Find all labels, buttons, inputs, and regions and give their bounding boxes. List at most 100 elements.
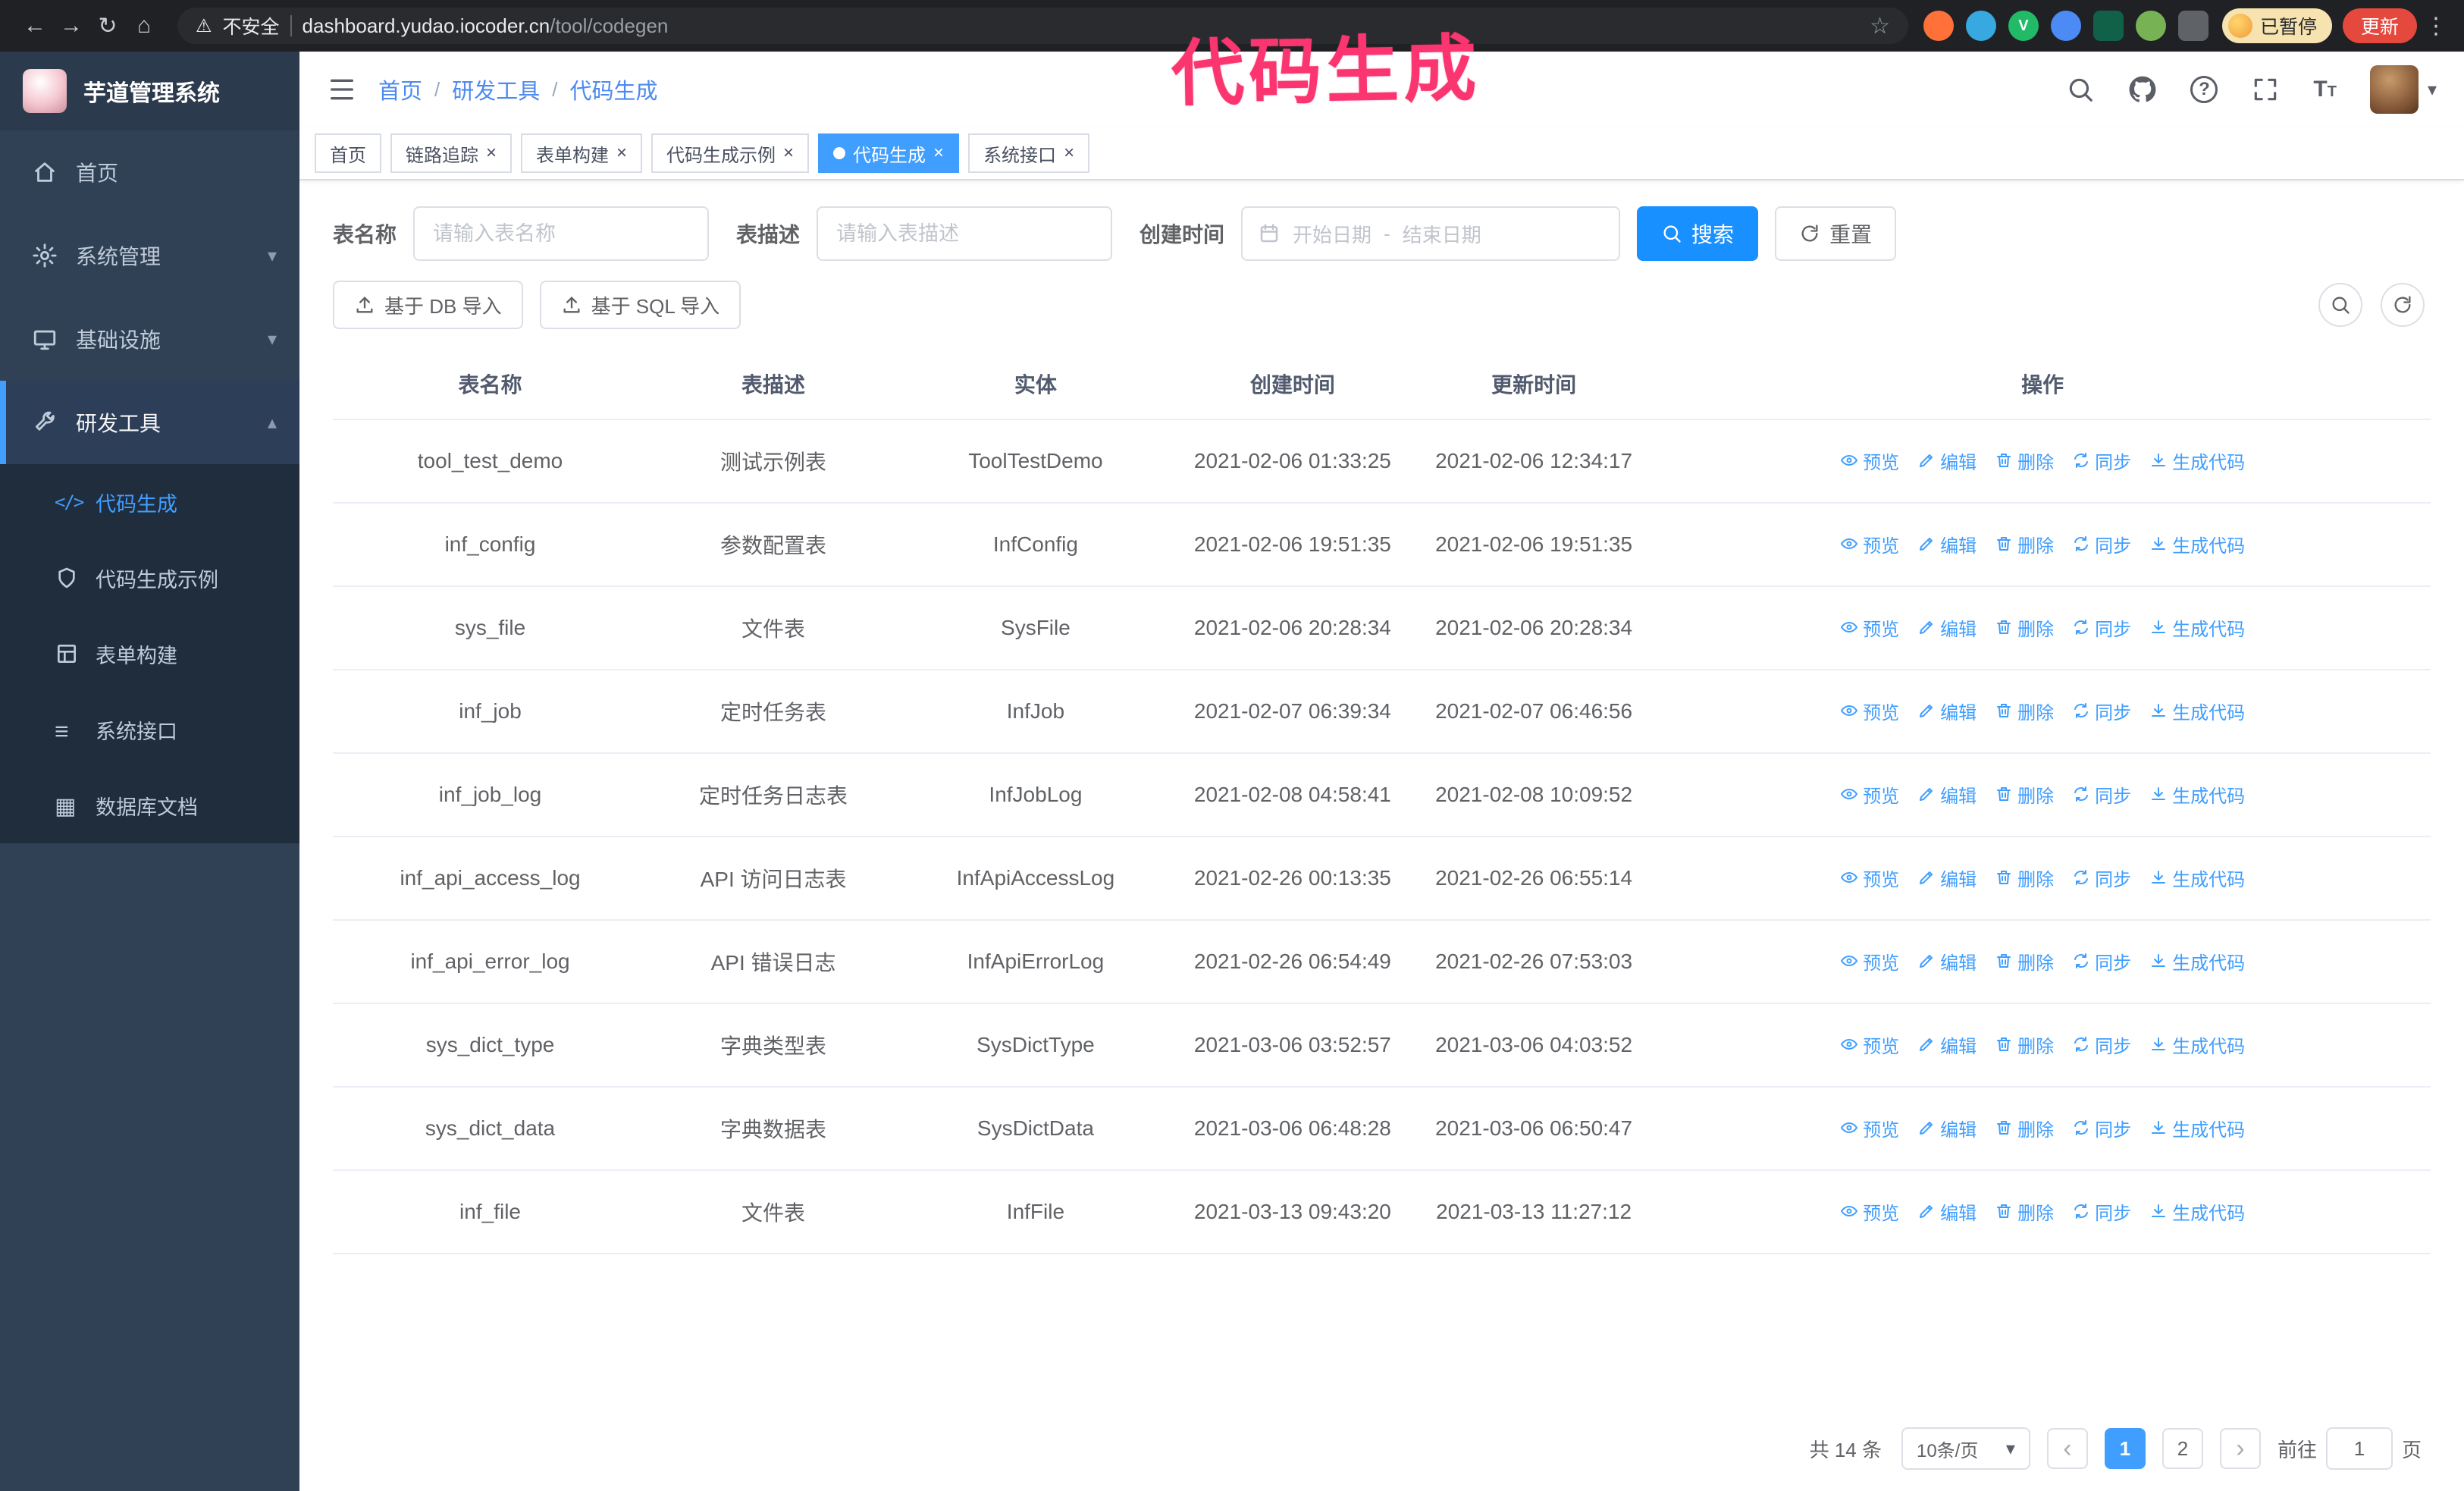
delete-link[interactable]: 删除 bbox=[1995, 865, 2054, 891]
breadcrumb-dev-tools[interactable]: 研发工具 bbox=[452, 74, 540, 105]
delete-link[interactable]: 删除 bbox=[1995, 614, 2054, 641]
sidebar-subitem-db-docs[interactable]: 数据库文档 bbox=[0, 767, 299, 843]
edit-link[interactable]: 编辑 bbox=[1917, 1198, 1977, 1225]
bookmark-star-icon[interactable] bbox=[1870, 13, 1890, 39]
close-tab-icon[interactable] bbox=[1064, 144, 1074, 162]
generate-code-link[interactable]: 生成代码 bbox=[2149, 1115, 2245, 1141]
refresh-table-button[interactable] bbox=[2381, 283, 2425, 327]
sidebar-subitem-form-builder[interactable]: 表单构建 bbox=[0, 616, 299, 692]
sidebar-item-dev-tools[interactable]: 研发工具 bbox=[0, 381, 299, 464]
preview-link[interactable]: 预览 bbox=[1840, 698, 1899, 724]
tab-form-builder[interactable]: 表单构建 bbox=[521, 133, 643, 173]
tab-system-api[interactable]: 系统接口 bbox=[968, 133, 1090, 173]
profile-paused-badge[interactable]: 已暂停 bbox=[2221, 8, 2332, 43]
sidebar-logo[interactable]: 芋道管理系统 bbox=[0, 52, 299, 130]
generate-code-link[interactable]: 生成代码 bbox=[2149, 865, 2245, 891]
search-icon[interactable] bbox=[2066, 75, 2095, 104]
reset-button[interactable]: 重置 bbox=[1775, 206, 1897, 261]
sync-link[interactable]: 同步 bbox=[2072, 1198, 2131, 1225]
generate-code-link[interactable]: 生成代码 bbox=[2149, 614, 2245, 641]
font-size-icon[interactable] bbox=[2313, 77, 2337, 102]
browser-back-icon[interactable] bbox=[17, 8, 53, 44]
avatar[interactable] bbox=[2369, 65, 2419, 114]
generate-code-link[interactable]: 生成代码 bbox=[2149, 948, 2245, 975]
sync-link[interactable]: 同步 bbox=[2072, 865, 2131, 891]
edit-link[interactable]: 编辑 bbox=[1917, 781, 1977, 808]
chrome-update-button[interactable]: 更新 bbox=[2342, 8, 2417, 43]
sync-link[interactable]: 同步 bbox=[2072, 1115, 2131, 1141]
page-button-2[interactable]: 2 bbox=[2161, 1428, 2203, 1469]
sync-link[interactable]: 同步 bbox=[2072, 614, 2131, 641]
generate-code-link[interactable]: 生成代码 bbox=[2149, 698, 2245, 724]
sync-link[interactable]: 同步 bbox=[2072, 781, 2131, 808]
sidebar-subitem-system-api[interactable]: 系统接口 bbox=[0, 692, 299, 767]
close-tab-icon[interactable] bbox=[616, 144, 627, 162]
delete-link[interactable]: 删除 bbox=[1995, 698, 2054, 724]
next-page-button[interactable] bbox=[2219, 1428, 2261, 1469]
tab-home[interactable]: 首页 bbox=[315, 133, 381, 173]
browser-home-icon[interactable] bbox=[126, 8, 162, 44]
edit-link[interactable]: 编辑 bbox=[1917, 1115, 1977, 1141]
extension-icon-dark-green[interactable] bbox=[2093, 11, 2124, 41]
toggle-search-button[interactable] bbox=[2318, 283, 2362, 327]
delete-link[interactable]: 删除 bbox=[1995, 447, 2054, 474]
edit-link[interactable]: 编辑 bbox=[1917, 531, 1977, 557]
sidebar-collapse-icon[interactable] bbox=[327, 74, 357, 105]
import-sql-button[interactable]: 基于 SQL 导入 bbox=[539, 281, 741, 329]
generate-code-link[interactable]: 生成代码 bbox=[2149, 531, 2245, 557]
browser-forward-icon[interactable] bbox=[53, 8, 89, 44]
extension-icon-blue[interactable] bbox=[1965, 11, 1996, 41]
browser-reload-icon[interactable] bbox=[89, 8, 126, 44]
generate-code-link[interactable]: 生成代码 bbox=[2149, 1031, 2245, 1058]
breadcrumb-home[interactable]: 首页 bbox=[378, 74, 422, 105]
sidebar-item-system-management[interactable]: 系统管理 bbox=[0, 214, 299, 297]
delete-link[interactable]: 删除 bbox=[1995, 948, 2054, 975]
edit-link[interactable]: 编辑 bbox=[1917, 447, 1977, 474]
sync-link[interactable]: 同步 bbox=[2072, 531, 2131, 557]
delete-link[interactable]: 删除 bbox=[1995, 781, 2054, 808]
sidebar-subitem-codegen[interactable]: 代码生成 bbox=[0, 464, 299, 540]
sync-link[interactable]: 同步 bbox=[2072, 948, 2131, 975]
delete-link[interactable]: 删除 bbox=[1995, 1031, 2054, 1058]
date-range-input[interactable]: 开始日期 - 结束日期 bbox=[1241, 206, 1621, 261]
import-db-button[interactable]: 基于 DB 导入 bbox=[333, 281, 523, 329]
close-tab-icon[interactable] bbox=[783, 144, 794, 162]
delete-link[interactable]: 删除 bbox=[1995, 1115, 2054, 1141]
delete-link[interactable]: 删除 bbox=[1995, 531, 2054, 557]
edit-link[interactable]: 编辑 bbox=[1917, 614, 1977, 641]
extension-icon-green-v[interactable]: V bbox=[2008, 11, 2039, 41]
extension-icon-leaf[interactable] bbox=[2135, 11, 2166, 41]
sidebar-subitem-codegen-example[interactable]: 代码生成示例 bbox=[0, 540, 299, 616]
close-tab-icon[interactable] bbox=[933, 144, 944, 162]
table-desc-input[interactable] bbox=[817, 206, 1113, 261]
page-size-select[interactable]: 10条/页 bbox=[1901, 1427, 2030, 1470]
edit-link[interactable]: 编辑 bbox=[1917, 1031, 1977, 1058]
preview-link[interactable]: 预览 bbox=[1840, 1198, 1899, 1225]
goto-page-input[interactable] bbox=[2325, 1427, 2393, 1470]
generate-code-link[interactable]: 生成代码 bbox=[2149, 1198, 2245, 1225]
preview-link[interactable]: 预览 bbox=[1840, 447, 1899, 474]
prev-page-button[interactable] bbox=[2046, 1428, 2088, 1469]
sidebar-item-infrastructure[interactable]: 基础设施 bbox=[0, 297, 299, 381]
fullscreen-icon[interactable] bbox=[2251, 75, 2280, 104]
user-menu[interactable] bbox=[2369, 65, 2437, 114]
github-icon[interactable] bbox=[2128, 75, 2157, 104]
tab-codegen-example[interactable]: 代码生成示例 bbox=[651, 133, 810, 173]
sync-link[interactable]: 同步 bbox=[2072, 1031, 2131, 1058]
table-name-input[interactable] bbox=[413, 206, 710, 261]
address-bar[interactable]: 不安全 dashboard.yudao.iocoder.cn/tool/code… bbox=[177, 8, 1908, 44]
preview-link[interactable]: 预览 bbox=[1840, 1031, 1899, 1058]
sync-link[interactable]: 同步 bbox=[2072, 698, 2131, 724]
preview-link[interactable]: 预览 bbox=[1840, 614, 1899, 641]
preview-link[interactable]: 预览 bbox=[1840, 948, 1899, 975]
edit-link[interactable]: 编辑 bbox=[1917, 865, 1977, 891]
extension-icon-people[interactable] bbox=[2050, 11, 2081, 41]
edit-link[interactable]: 编辑 bbox=[1917, 698, 1977, 724]
browser-menu-icon[interactable] bbox=[2425, 13, 2447, 39]
preview-link[interactable]: 预览 bbox=[1840, 865, 1899, 891]
preview-link[interactable]: 预览 bbox=[1840, 1115, 1899, 1141]
search-button[interactable]: 搜索 bbox=[1637, 206, 1759, 261]
generate-code-link[interactable]: 生成代码 bbox=[2149, 781, 2245, 808]
preview-link[interactable]: 预览 bbox=[1840, 781, 1899, 808]
edit-link[interactable]: 编辑 bbox=[1917, 948, 1977, 975]
